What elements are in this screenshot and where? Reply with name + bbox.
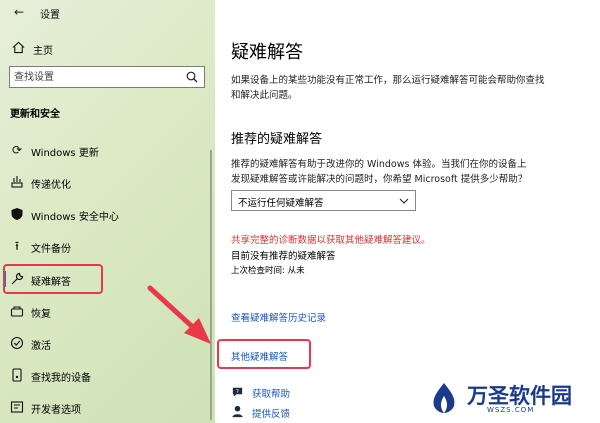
feedback-icon [232, 405, 243, 418]
site-logo: 万圣软件园 WSZS.COM [425, 380, 575, 416]
sidebar-scrollbar[interactable] [210, 150, 212, 420]
activation-icon [10, 336, 24, 350]
share-diagnostics-link[interactable]: 共享完整的诊断数据以获取其他疑难解答建议。 [231, 232, 431, 246]
sidebar-item-find-my-device[interactable]: 查找我的设备 [0, 362, 215, 388]
sidebar-item-label: Windows 更新 [31, 148, 99, 159]
app-title: 设置 [40, 10, 60, 21]
give-feedback-link[interactable]: 提供反馈 [252, 406, 290, 420]
developer-icon [10, 401, 24, 413]
chevron-down-icon [399, 198, 409, 204]
wrench-icon [11, 272, 24, 285]
sidebar-item-windows-update[interactable]: ⟳ Windows 更新 [0, 137, 215, 163]
shield-icon [11, 208, 23, 220]
dropdown-value: 不运行任何疑难解答 [238, 198, 324, 209]
sidebar-item-label: Windows 安全中心 [31, 212, 119, 223]
sidebar: ← 设置 主页 更新和安全 ⟳ Windows 更新 传递优化 Windows … [0, 0, 215, 423]
help-icon: ? [232, 387, 243, 397]
sidebar-item-label: 疑难解答 [31, 277, 71, 288]
home-icon [12, 41, 25, 54]
sidebar-item-label: 查找我的设备 [31, 373, 91, 384]
section-heading: 更新和安全 [10, 109, 60, 120]
troubleshoot-preference-dropdown[interactable]: 不运行任何疑难解答 [231, 190, 416, 211]
view-history-link[interactable]: 查看疑难解答历史记录 [231, 310, 326, 324]
find-device-icon [12, 368, 22, 382]
recommended-description: 推荐的疑难解答有助于改进你的 Windows 体验。当我们在你的设备上发现疑难解… [231, 159, 528, 185]
sidebar-item-label: 恢复 [31, 309, 51, 320]
back-arrow-icon[interactable]: ← [14, 5, 24, 19]
sidebar-item-developer-options[interactable]: 开发者选项 [0, 394, 215, 420]
sidebar-item-windows-security[interactable]: Windows 安全中心 [0, 201, 215, 227]
sync-icon: ⟳ [11, 143, 23, 157]
sidebar-item-label: 文件备份 [31, 244, 71, 255]
sidebar-item-label: 传递优化 [31, 180, 71, 191]
logo-domain: WSZS.COM [487, 406, 535, 414]
recovery-icon [10, 306, 24, 317]
sidebar-item-file-backup[interactable]: ⭱ 文件备份 [0, 233, 215, 259]
sidebar-item-delivery-optimization[interactable]: 传递优化 [0, 169, 215, 195]
page-description: 如果设备上的某些功能没有正常工作，那么运行疑难解答可能会帮助你查找和解决此问题。 [231, 75, 545, 101]
sidebar-item-home-label: 主页 [33, 46, 53, 57]
logo-mark-icon [433, 383, 455, 413]
backup-icon: ⭱ [14, 239, 20, 253]
page-title: 疑难解答 [231, 42, 303, 63]
other-troubleshooters-link[interactable]: 其他疑难解答 [231, 349, 288, 363]
sidebar-item-activation[interactable]: 激活 [0, 330, 215, 356]
delivery-icon [11, 176, 23, 188]
sidebar-item-label: 开发者选项 [31, 405, 81, 416]
search-input[interactable] [10, 67, 180, 87]
sidebar-item-troubleshoot[interactable]: 疑难解答 [0, 266, 215, 292]
recommended-status: 目前没有推荐的疑难解答 [231, 251, 336, 262]
sidebar-item-recovery[interactable]: 恢复 [0, 298, 215, 324]
main-content: 疑难解答 如果设备上的某些功能没有正常工作，那么运行疑难解答可能会帮助你查找和解… [215, 0, 600, 423]
last-checked-text: 上次检查时间: 从未 [231, 266, 305, 276]
recommended-heading: 推荐的疑难解答 [231, 132, 323, 147]
search-icon[interactable] [186, 71, 198, 83]
search-box[interactable] [9, 66, 205, 88]
get-help-link[interactable]: 获取帮助 [252, 386, 290, 400]
svg-text:?: ? [236, 389, 239, 395]
sidebar-item-label: 激活 [31, 341, 51, 352]
